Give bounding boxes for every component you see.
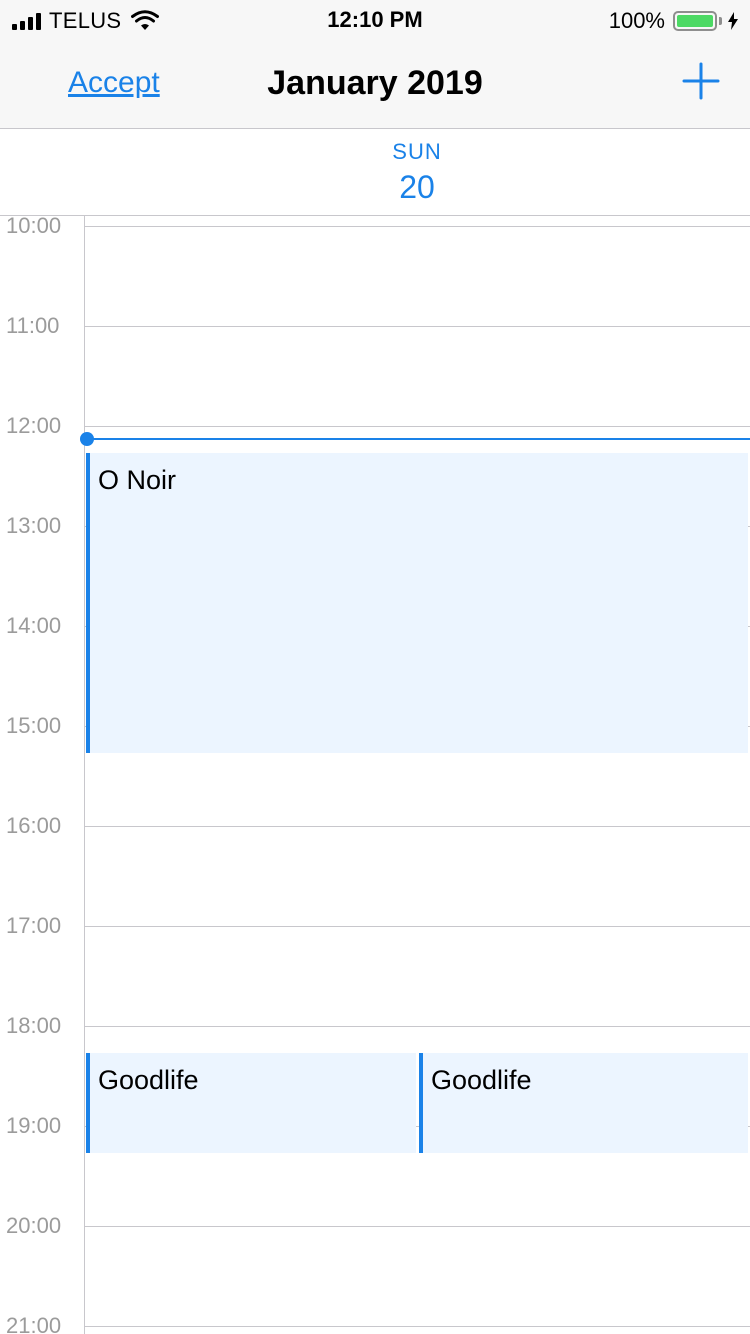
hour-line: [84, 426, 750, 427]
day-name: SUN: [392, 139, 442, 164]
hour-label: 11:00: [6, 313, 60, 338]
hour-row: 12:00: [0, 413, 750, 438]
hour-line: [84, 1026, 750, 1027]
battery-fill: [677, 15, 713, 27]
hour-line: [84, 826, 750, 827]
hour-label: 13:00: [6, 513, 62, 538]
hour-label: 10:00: [6, 216, 62, 238]
day-timeline[interactable]: 10:00 11:00 12:00 13:00 14:00 15:00 16:00 17:00…: [0, 216, 750, 1334]
hour-label: 16:00: [6, 813, 62, 838]
hour-row: 17:00: [0, 913, 750, 938]
hour-label: 19:00: [6, 1113, 62, 1138]
event-title: O Noir: [98, 465, 177, 495]
hour-line: [84, 226, 750, 227]
hour-line: [84, 1326, 750, 1327]
hour-label: 12:00: [6, 413, 62, 438]
event-title: Goodlife: [98, 1065, 199, 1095]
hour-row: 20:00: [0, 1213, 750, 1238]
hour-line: [84, 926, 750, 927]
event-title: Goodlife: [431, 1065, 532, 1095]
time-gutter-divider: [84, 216, 85, 1334]
current-time-line: [84, 438, 750, 440]
battery-cap: [719, 17, 722, 25]
day-number: 20: [399, 169, 435, 205]
status-bar: TELUS 12:10 PM 100%: [0, 0, 750, 40]
event-block[interactable]: Goodlife: [86, 1053, 416, 1153]
event-block[interactable]: Goodlife: [419, 1053, 748, 1153]
hour-row: 21:00: [0, 1313, 750, 1334]
hour-label: 18:00: [6, 1013, 62, 1038]
status-right: 100%: [609, 8, 738, 34]
battery-percentage: 100%: [608, 8, 665, 33]
day-header[interactable]: SUN 20: [0, 129, 750, 216]
nav-bar: Accept January 2019: [0, 40, 750, 129]
plus-icon[interactable]: [682, 62, 720, 100]
hour-label: 14:00: [6, 613, 62, 638]
hour-row: 16:00: [0, 813, 750, 838]
hour-label: 21:00: [6, 1313, 62, 1334]
hour-label: 15:00: [6, 713, 62, 738]
page-title: January 2019: [267, 64, 483, 102]
hour-row: 11:00: [0, 313, 750, 338]
hour-label: 17:00: [6, 913, 62, 938]
hour-row: 10:00: [0, 216, 750, 238]
hour-line: [84, 1226, 750, 1227]
hour-row: 18:00: [0, 1013, 750, 1038]
event-block[interactable]: O Noir: [86, 453, 748, 753]
battery-icon: [673, 11, 717, 31]
hour-label: 20:00: [6, 1213, 62, 1238]
hour-line: [84, 326, 750, 327]
charging-bolt-icon: [728, 12, 738, 30]
